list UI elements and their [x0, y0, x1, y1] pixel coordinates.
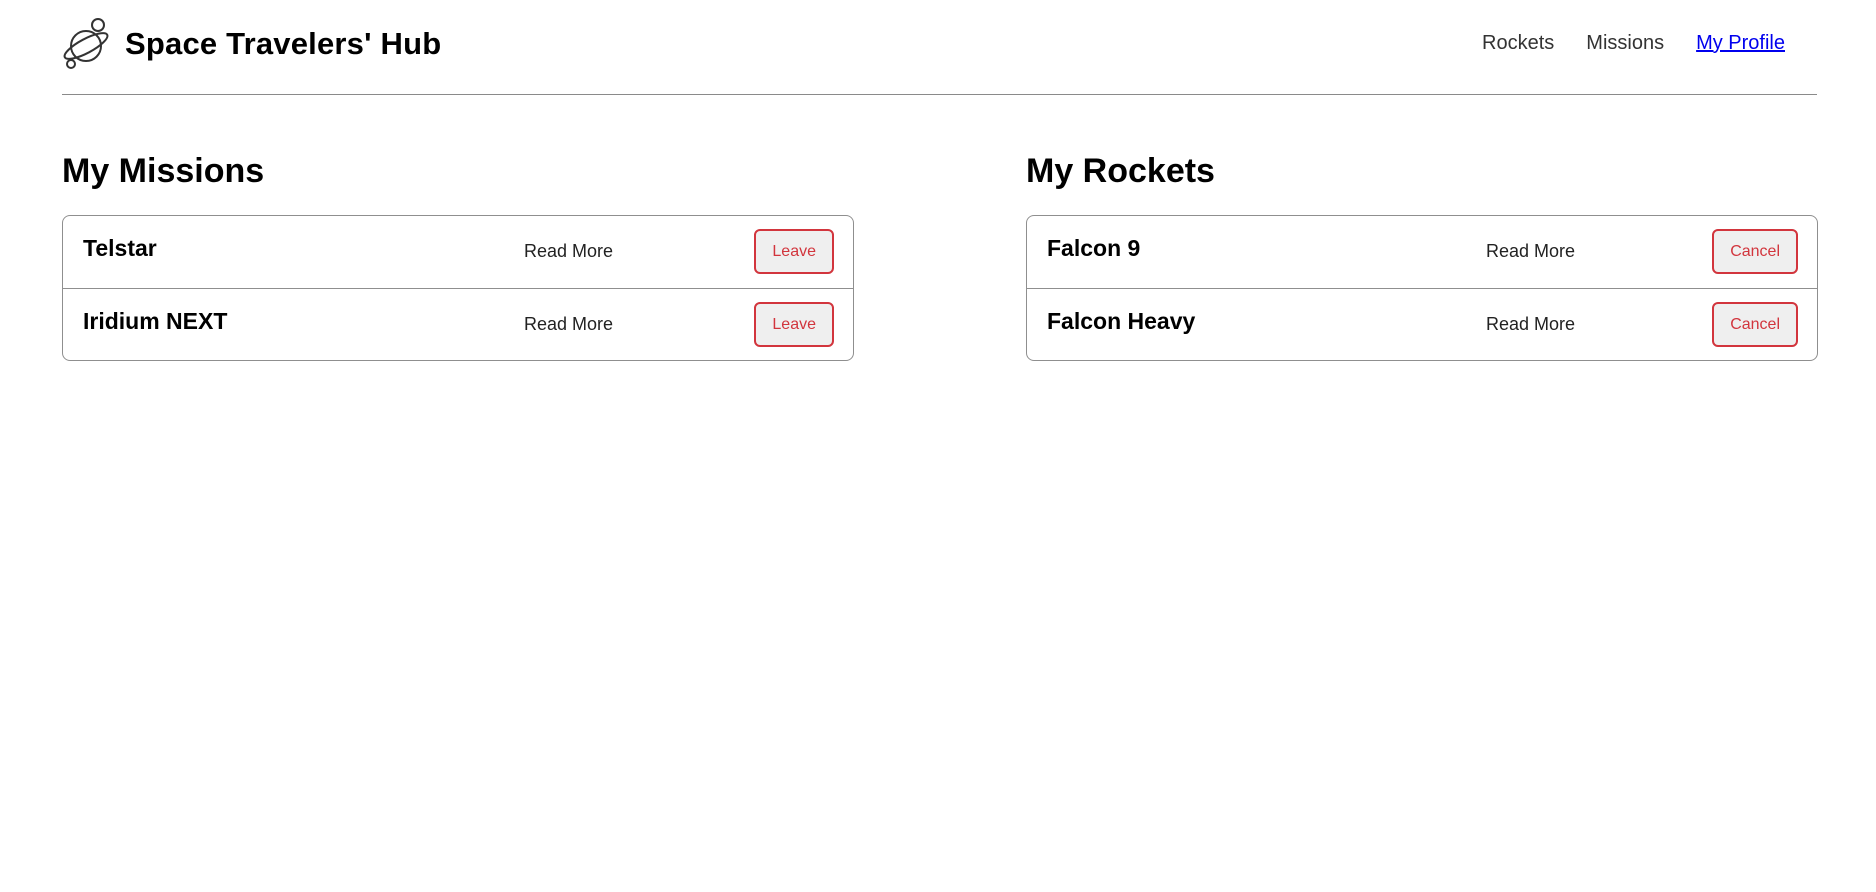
mission-name: Telstar [83, 235, 157, 261]
mission-row: Telstar Read More Leave [63, 216, 853, 288]
cancel-reservation-button[interactable]: Cancel [1712, 302, 1798, 347]
mission-name: Iridium NEXT [83, 308, 228, 334]
rocket-name: Falcon Heavy [1047, 308, 1196, 334]
profile-page: Space Travelers' Hub Rockets Missions My… [0, 0, 1876, 892]
leave-mission-button[interactable]: Leave [754, 302, 834, 347]
my-rockets-section: My Rockets Falcon 9 Read More Cancel Fal… [1026, 146, 1818, 361]
site-header: Space Travelers' Hub Rockets Missions My… [62, 0, 1817, 95]
my-missions-section: My Missions Telstar Read More Leave Irid… [62, 146, 854, 361]
rocket-row: Falcon 9 Read More Cancel [1027, 216, 1817, 288]
main-nav: Rockets Missions My Profile [1482, 32, 1785, 55]
nav-link-rockets[interactable]: Rockets [1482, 32, 1554, 55]
nav-link-my-profile[interactable]: My Profile [1696, 32, 1785, 55]
cancel-reservation-button[interactable]: Cancel [1712, 229, 1798, 274]
rocket-row: Falcon Heavy Read More Cancel [1027, 288, 1817, 360]
brand[interactable]: Space Travelers' Hub [62, 18, 441, 70]
my-missions-heading: My Missions [62, 152, 265, 190]
leave-mission-button[interactable]: Leave [754, 229, 834, 274]
mission-row: Iridium NEXT Read More Leave [63, 288, 853, 360]
read-more-link[interactable]: Read More [524, 314, 613, 335]
missions-list: Telstar Read More Leave Iridium NEXT Rea… [62, 215, 854, 361]
read-more-link[interactable]: Read More [1486, 241, 1575, 262]
my-rockets-heading: My Rockets [1026, 152, 1215, 190]
read-more-link[interactable]: Read More [1486, 314, 1575, 335]
rocket-name: Falcon 9 [1047, 235, 1141, 261]
nav-link-missions[interactable]: Missions [1586, 32, 1664, 55]
site-title: Space Travelers' Hub [125, 26, 442, 61]
read-more-link[interactable]: Read More [524, 241, 613, 262]
rockets-list: Falcon 9 Read More Cancel Falcon Heavy R… [1026, 215, 1818, 361]
planet-logo-icon [63, 18, 109, 69]
